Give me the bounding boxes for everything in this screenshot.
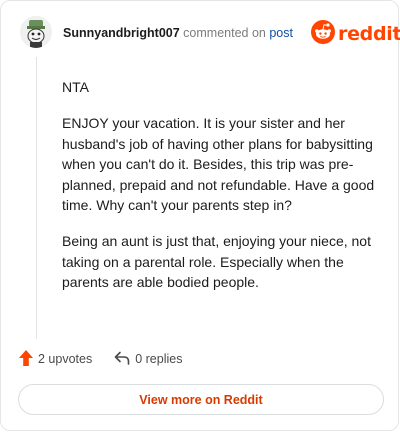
comment-paragraph: Being an aunt is just that, enjoying you… [62, 233, 371, 290]
reply-count: 0 replies [135, 352, 183, 366]
post-link[interactable]: post [269, 26, 293, 40]
reddit-wordmark: reddit [338, 23, 400, 45]
reply-button[interactable]: 0 replies [114, 351, 182, 368]
arrow-up-icon [19, 349, 38, 369]
reply-arrow-icon [114, 351, 135, 368]
comment-embed-card: Sunnyandbright007 commented on post redd… [0, 0, 400, 431]
upvote-count: 2 upvotes [38, 352, 93, 366]
username[interactable]: Sunnyandbright007 [63, 26, 180, 40]
comment-paragraph: ENJOY your vacation. It is your sister a… [62, 115, 375, 213]
thread-line [36, 57, 37, 339]
commented-on-text: commented on [183, 26, 266, 40]
reddit-logo[interactable]: reddit [311, 19, 400, 49]
avatar[interactable] [20, 16, 52, 48]
view-more-button[interactable]: View more on Reddit [18, 384, 384, 415]
comment-paragraph: NTA [62, 79, 89, 95]
comment-actions: 2 upvotes 0 replies [19, 349, 182, 369]
comment-header: Sunnyandbright007 commented on post [63, 25, 293, 41]
upvote-button[interactable]: 2 upvotes [19, 349, 93, 369]
comment-body: NTA ENJOY your vacation. It is your sist… [62, 77, 380, 308]
reddit-snoo-icon [311, 19, 335, 49]
